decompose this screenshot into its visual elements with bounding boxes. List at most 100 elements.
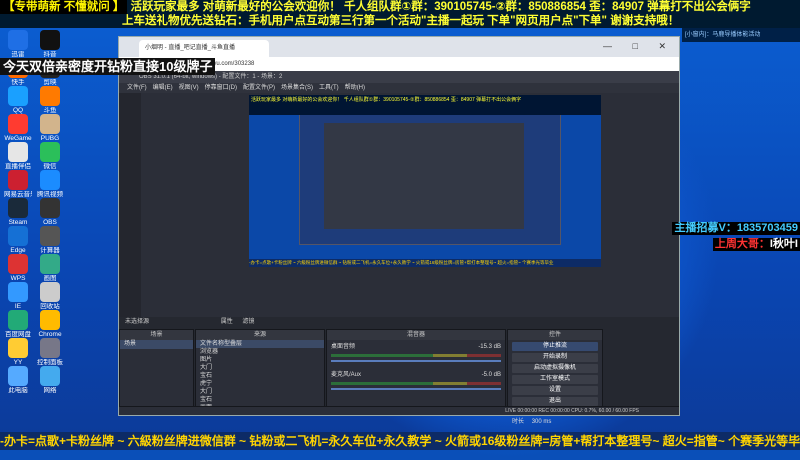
desktop-icon[interactable]: WPS xyxy=(4,254,32,283)
app-icon xyxy=(40,142,60,162)
app-icon xyxy=(40,30,60,50)
obs-status-bar: LIVE 00:00:00 REC 00:00:00 CPU: 0.7%, 60… xyxy=(119,406,679,415)
mixer-db-value: -5.0 dB xyxy=(481,372,501,378)
source-item[interactable]: 宝石 xyxy=(196,396,324,404)
window-controls[interactable]: — □ ✕ xyxy=(603,41,675,52)
app-icon xyxy=(40,282,60,302)
filters-button[interactable]: 滤镜 xyxy=(242,319,254,325)
guest-note: 上周大哥：I秋叶I xyxy=(712,238,800,251)
desktop-icon[interactable]: 控制面板 xyxy=(36,338,64,367)
app-icon xyxy=(40,198,60,218)
app-icon xyxy=(40,226,60,246)
source-toolbar: 未选择源 属性 滤镜 xyxy=(119,317,685,327)
guest-name: I秋叶I xyxy=(769,238,798,250)
control-button[interactable]: 设置 xyxy=(512,386,598,395)
obs-menu-item[interactable]: 视图(V) xyxy=(179,85,199,91)
desktop-icon[interactable]: 斗鱼 xyxy=(36,86,64,115)
scene-item[interactable]: 场景 xyxy=(120,340,193,349)
desktop-icon[interactable]: WeGame xyxy=(4,114,32,143)
sources-header: 来源 xyxy=(196,330,324,340)
obs-docks: 未选择源 属性 滤镜 场景 场景 来源 文件名称型叠层 浏览器 图片 大门 宝石 虎宁 大门… xyxy=(119,317,679,425)
duration-value: 300 ms xyxy=(531,419,552,425)
duration-row[interactable]: 时长 300 ms xyxy=(508,418,602,427)
source-item[interactable]: 大门 xyxy=(196,364,324,372)
source-item[interactable]: 虎宁 xyxy=(196,380,324,388)
source-item[interactable]: 宝石 xyxy=(196,372,324,380)
desktop-icon[interactable]: QQ xyxy=(4,86,32,115)
mixer-list: 桌面音频 -15.3 dB 麦克风/Aux -5.0 dB xyxy=(327,340,505,396)
preview-ticker-text: 活跃玩家最多 对萌新最好的公会欢迎你！ 千人组队群①群：390105745-②群… xyxy=(251,97,522,103)
volume-slider[interactable] xyxy=(331,360,501,362)
desktop-icon[interactable]: IE xyxy=(4,282,32,311)
mixer-channel-name: 麦克风/Aux xyxy=(331,372,362,378)
volume-meter xyxy=(331,382,501,385)
desktop-icon[interactable]: 百度网盘 xyxy=(4,310,32,339)
site-sidebar xyxy=(119,93,141,323)
desktop-icon[interactable]: 迅雷 xyxy=(4,30,32,59)
desktop-icon[interactable]: 抖音 xyxy=(36,30,64,59)
app-icon xyxy=(8,142,28,162)
control-button[interactable]: 退出 xyxy=(512,397,598,406)
desktop-icon[interactable]: 画图 xyxy=(36,254,64,283)
obs-menu-item[interactable]: 场景集合(S) xyxy=(281,85,313,91)
desktop-icon[interactable]: 网易云音乐 xyxy=(4,170,32,199)
app-icon xyxy=(40,170,60,190)
desktop-icon-label: 网络 xyxy=(43,387,57,394)
source-item[interactable]: 图片 xyxy=(196,356,324,364)
desktop-icon[interactable]: 腾讯视频 xyxy=(36,170,64,199)
control-button[interactable]: 启动虚拟摄像机 xyxy=(512,364,598,373)
obs-menu-item[interactable]: 文件(F) xyxy=(127,85,147,91)
app-icon xyxy=(40,114,60,134)
browser-window: 小烟明 - 直播_吧记直播_斗鱼直播 — □ ✕ www.douyu.com/3… xyxy=(118,36,680,425)
desktop-icon[interactable]: YY xyxy=(4,338,32,367)
browser-tab[interactable]: 小烟明 - 直播_吧记直播_斗鱼直播 xyxy=(139,40,269,57)
desktop-icon-label: 此电脑 xyxy=(8,387,28,394)
app-icon xyxy=(8,366,28,386)
desktop-icon[interactable]: 微信 xyxy=(36,142,64,171)
obs-menu-item[interactable]: 编辑(E) xyxy=(153,85,173,91)
obs-menu-item[interactable]: 配置文件(P) xyxy=(243,85,275,91)
desktop-icon[interactable]: Steam xyxy=(4,198,32,227)
source-item[interactable]: 大门 xyxy=(196,388,324,396)
volume-slider[interactable] xyxy=(331,388,501,390)
desktop-icon[interactable]: Chrome xyxy=(36,310,64,339)
scenes-dock: 场景 场景 xyxy=(119,329,194,415)
props-button[interactable]: 属性 xyxy=(221,319,233,325)
control-button[interactable]: 停止推流 xyxy=(512,342,598,351)
preview-ticker: 活跃玩家最多 对萌新最好的公会欢迎你！ 千人组队群①群：390105745-②群… xyxy=(249,95,601,115)
bottom-ticker: -办卡=点歌+卡粉丝牌 ~ 六級粉丝牌进微信群 ~ 钻粉或二飞机=永久车位+永久… xyxy=(0,432,800,450)
app-icon xyxy=(40,310,60,330)
desktop-icon[interactable]: 此电脑 xyxy=(4,366,32,395)
app-icon xyxy=(40,254,60,274)
obs-menu-item[interactable]: 帮助(H) xyxy=(345,85,365,91)
desktop-icon[interactable]: 回收站 xyxy=(36,282,64,311)
desktop-icon[interactable]: 直播伴侣 xyxy=(4,142,32,171)
source-item[interactable]: 文件名称型叠层 xyxy=(196,340,324,348)
preview-bottom-ticker: -办卡=点歌+卡粉丝牌 ~ 六級粉丝牌进微信群 ~ 钻粉或二飞机=永久车位+永久… xyxy=(249,259,601,267)
desktop-icon[interactable]: 计算器 xyxy=(36,226,64,255)
desktop-icon[interactable]: PUBG xyxy=(36,114,64,143)
desktop-icon[interactable]: OBS xyxy=(36,198,64,227)
top-ticker: 【专带萌新 不懂就问 】 活跃玩家最多 对萌新最好的公会欢迎你！ 千人组队群①群… xyxy=(0,0,800,14)
obs-menu-item[interactable]: 工具(T) xyxy=(319,85,339,91)
obs-menu-item[interactable]: 停靠窗口(D) xyxy=(205,85,237,91)
app-icon xyxy=(40,338,60,358)
obs-menu-bar[interactable]: 文件(F) 编辑(E) 视图(V) 停靠窗口(D) 配置文件(P) 场景集合(S) 工具(T… xyxy=(119,83,679,93)
app-icon xyxy=(8,30,28,50)
source-item[interactable]: 浏览器 xyxy=(196,348,324,356)
mixer-header: 混音器 xyxy=(327,330,505,340)
right-strip: [小窗内]：马鹿导播体能活动 xyxy=(682,28,800,42)
app-icon xyxy=(8,254,28,274)
app-icon xyxy=(8,310,28,330)
control-button[interactable]: 工作室模式 xyxy=(512,375,598,384)
browser-tabbar: 小烟明 - 直播_吧记直播_斗鱼直播 — □ ✕ xyxy=(119,37,679,57)
control-button[interactable]: 开始录制 xyxy=(512,353,598,362)
mixer-db-value: -15.3 dB xyxy=(478,344,501,350)
mixer-dock: 混音器 桌面音频 -15.3 dB 麦克风/Aux -5.0 dB xyxy=(326,329,506,415)
controls-list: 停止推流开始录制启动虚拟摄像机 工作室模式设置退出 xyxy=(508,342,602,406)
obs-window: OBS 31.0.1 (64-bit, windows) - 配置文件：1 - … xyxy=(119,71,679,425)
desktop-icon[interactable]: 网络 xyxy=(36,366,64,395)
app-icon xyxy=(8,198,28,218)
mixer-channel-name: 桌面音频 xyxy=(331,344,356,350)
desktop-icon[interactable]: Edge xyxy=(4,226,32,255)
